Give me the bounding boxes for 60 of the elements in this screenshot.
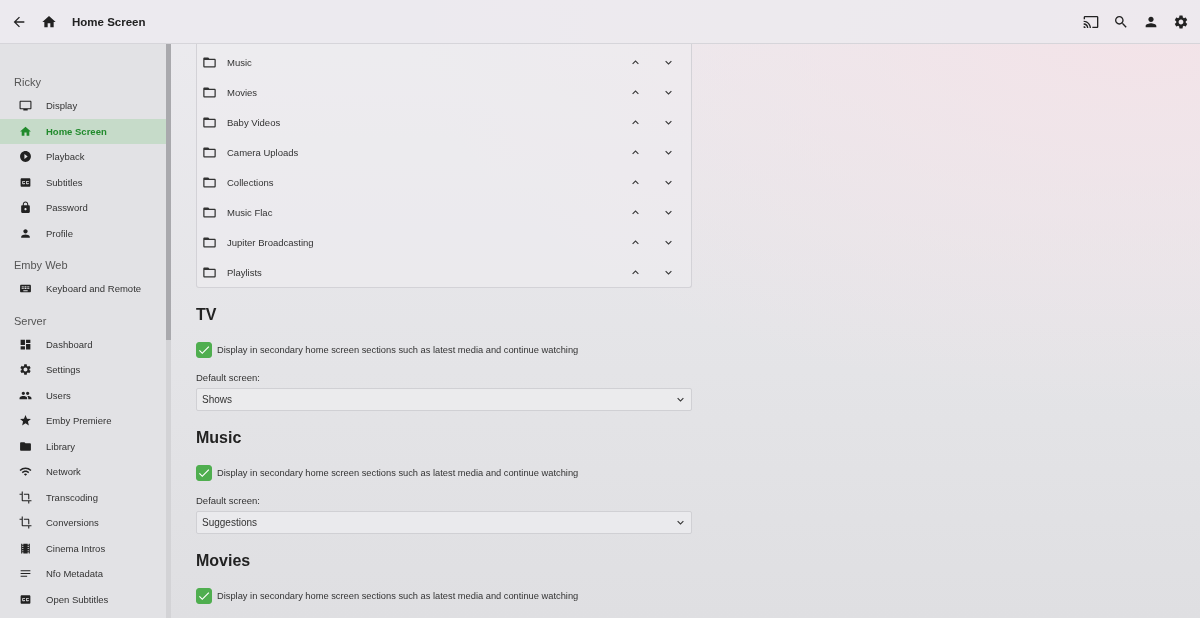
sidebar-item[interactable]: Profile [0,220,166,246]
sidebar-heading: Server [13,313,48,329]
library-name: Jupiter Broadcasting [227,236,315,248]
sidebar-item[interactable]: Cinema Intros [0,535,166,561]
checkbox-label: Display in secondary home screen sections such as latest media and continue watching [217,591,579,601]
person-icon [19,226,32,240]
library-name: Music Flac [227,206,274,218]
closed-captions-icon [19,175,32,189]
sidebar-item[interactable]: Display [0,93,166,119]
sidebar-item[interactable]: Settings [0,357,166,383]
field-label: Default screen: [196,494,261,508]
checkmark-icon [197,343,211,357]
sidebar-item[interactable]: Conversions [0,510,166,536]
section-heading: TV [196,305,218,325]
home-icon [19,124,32,138]
scrollbar[interactable] [166,44,171,618]
checkbox[interactable] [196,588,212,604]
checkbox-label: Display in secondary home screen sections such as latest media and continue watching [217,345,579,355]
sidebar-item[interactable]: Open Subtitles [0,586,166,612]
checkmark-icon [197,466,211,480]
sidebar-item[interactable]: Keyboard and Remote [0,276,166,302]
default-screen-select[interactable]: Suggestions [196,511,692,534]
sidebar-item[interactable]: Network [0,459,166,485]
sidebar-item[interactable]: Emby Premiere [0,408,166,434]
library-name: Camera Uploads [227,146,300,158]
lock-icon [19,201,32,215]
monitor-icon [19,99,32,113]
closed-captions-icon [19,592,32,606]
checkbox[interactable] [196,465,212,481]
crop-icon [19,516,32,530]
library-name: Playlists [227,266,263,278]
checkmark-icon [197,589,211,603]
wifi-icon [19,465,32,479]
section-heading: Movies [196,551,252,571]
dashboard-icon [19,337,32,351]
sidebar-item[interactable]: Subtitles [0,169,166,195]
sidebar-item[interactable]: Dashboard [0,331,166,357]
star-icon [19,414,32,428]
sidebar-item[interactable]: Transcoding [0,484,166,510]
folder-icon [19,439,32,453]
library-name: Music [227,56,253,68]
sidebar-item[interactable]: Playback [0,144,166,170]
checkbox-label: Display in secondary home screen sections such as latest media and continue watching [217,468,579,478]
section-heading: Music [196,428,243,448]
library-name: Movies [227,86,259,98]
sidebar-heading: Ricky [13,75,42,90]
settings-icon [19,363,32,377]
checkbox[interactable] [196,342,212,358]
page-title: Home Screen [72,15,146,28]
library-name: Collections [227,176,275,188]
film-strip-icon [19,541,32,555]
sidebar-heading: Emby Web [13,258,69,273]
sidebar-item[interactable]: Nfo Metadata [0,561,166,587]
library-name: Baby Videos [227,116,282,128]
sidebar-item[interactable]: Password [0,195,166,221]
sidebar-item[interactable]: Library [0,433,166,459]
field-label: Default screen: [196,371,261,385]
crop-icon [19,490,32,504]
default-screen-select[interactable]: Shows [196,388,692,411]
sidebar-item[interactable]: Users [0,382,166,408]
